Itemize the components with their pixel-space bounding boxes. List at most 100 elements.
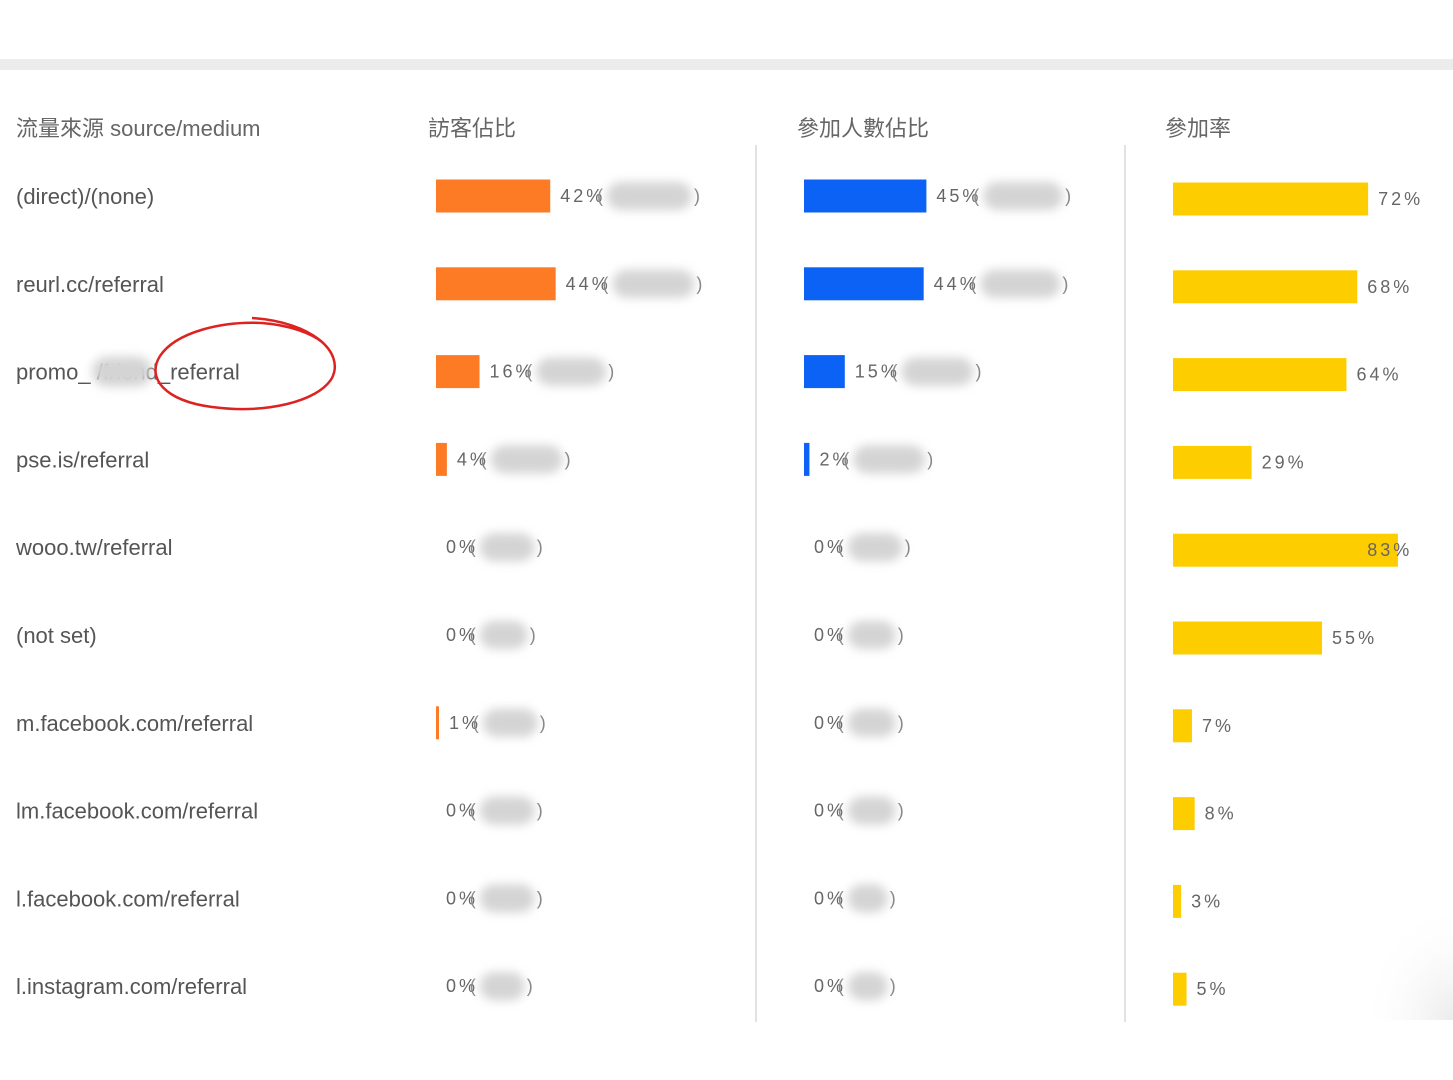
source-label: wooo.tw/referral [15,535,173,560]
source-label: lm.facebook.com/referral [16,799,258,824]
redacted-count [980,269,1061,298]
rate-bar [1173,358,1347,392]
paren-close: ) [905,537,911,557]
redacted-count [490,445,563,474]
paren-open: ( [597,186,603,206]
redacted-count [901,357,974,386]
paren-close: ) [565,449,571,469]
rate-value-label: 7% [1202,716,1234,736]
paren-close: ) [540,713,546,733]
redacted-count [847,708,896,737]
rate-value-label: 29% [1262,452,1307,472]
visitors-bar [436,442,447,476]
paren-open: ( [838,625,844,645]
paren-close: ) [1062,274,1068,294]
participants-bar [804,179,927,213]
participants-bar [804,267,924,301]
redacted-count [479,533,535,562]
visitors-bar [436,706,439,740]
paren-open: ( [838,888,844,908]
source-label: (not set) [16,623,97,648]
rate-bar [1173,797,1195,831]
paren-close: ) [537,801,543,821]
rate-bar [1173,621,1323,655]
paren-close: ) [898,713,904,733]
paren-open: ( [843,449,849,469]
paren-close: ) [898,801,904,821]
redacted-count [479,972,525,1001]
redacted-count [479,796,535,825]
paren-close: ) [890,976,896,996]
redacted-count [606,182,692,210]
rate-value-label: 3% [1191,891,1223,911]
redacted-count [983,182,1064,210]
header-visitors: 訪客佔比 [428,116,516,141]
redacted-count [847,884,888,913]
paren-close: ) [527,976,533,996]
paren-open: ( [838,713,844,733]
paren-close: ) [530,625,536,645]
rate-value-label: 68% [1367,277,1412,297]
paren-close: ) [537,888,543,908]
paren-open: ( [473,713,479,733]
paren-close: ) [608,362,614,382]
header-rate: 參加率 [1165,116,1231,141]
redacted-count [847,533,903,562]
paren-open: ( [970,274,976,294]
header-participants: 參加人數佔比 [797,116,929,141]
paren-open: ( [481,449,487,469]
header-source: 流量來源 source/medium [16,116,261,141]
source-label: pse.is/referral [16,447,149,472]
paren-open: ( [602,274,608,294]
paren-open: ( [838,537,844,557]
redacted-count [536,357,607,386]
rate-bar [1173,884,1182,918]
paren-close: ) [1065,186,1071,206]
redacted-count [847,796,896,825]
redacted-count [479,884,535,913]
paren-close: ) [890,888,896,908]
paren-open: ( [838,801,844,821]
source-label: (direct)/(none) [16,184,154,209]
rate-value-label: 8% [1205,804,1237,824]
source-label: reurl.cc/referral [16,272,164,297]
participants-bar [804,442,810,476]
paren-open: ( [470,976,476,996]
visitors-bar [436,267,556,301]
rate-bar [1173,270,1358,304]
redacted-count [479,621,528,649]
rate-value-label: 72% [1378,189,1423,209]
paren-open: ( [470,801,476,821]
rate-value-label: 5% [1197,979,1229,999]
rate-bar [1173,972,1187,1006]
source-label: l.instagram.com/referral [16,974,247,999]
visitors-bar [436,179,551,213]
paren-open: ( [892,362,898,382]
corner-shadow [1360,900,1453,1020]
paren-close: ) [927,449,933,469]
rate-value-label: 55% [1332,628,1377,648]
redacted-promo-code [92,356,152,387]
paren-close: ) [976,362,982,382]
rate-value-label: 83% [1367,540,1412,560]
paren-close: ) [696,274,702,294]
redacted-count [853,445,926,474]
redacted-count [482,708,538,737]
paren-open: ( [838,976,844,996]
rate-value-label: 64% [1356,365,1401,385]
paren-close: ) [537,537,543,557]
paren-close: ) [898,625,904,645]
source-label: l.facebook.com/referral [16,886,240,911]
paren-open: ( [470,625,476,645]
visitors-bar [436,355,480,389]
rate-bar [1173,533,1398,567]
redacted-count [612,269,695,298]
paren-open: ( [526,362,532,382]
participants-bar [804,355,845,389]
paren-open: ( [973,186,979,206]
paren-open: ( [470,888,476,908]
source-label: m.facebook.com/referral [16,711,253,736]
paren-open: ( [470,537,476,557]
traffic-source-chart: 流量來源 source/medium 訪客佔比 參加人數佔比 參加率 (dire… [15,116,1453,1022]
rate-bar [1173,182,1369,216]
